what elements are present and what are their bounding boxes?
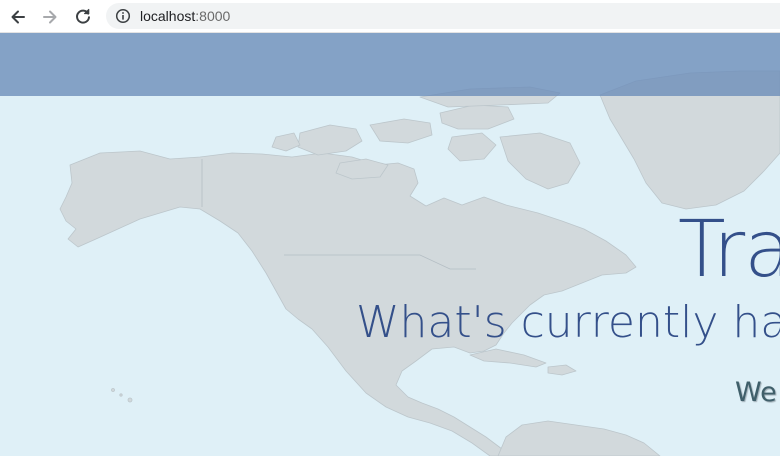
world-map-background [59,70,780,456]
address-bar[interactable]: localhost:8000 [106,3,780,29]
arctic-island-3 [439,104,515,130]
hero-tagline: We [735,377,777,408]
arctic-island-2 [369,118,433,144]
url-host: localhost [140,8,196,24]
info-icon[interactable] [115,8,131,24]
back-button[interactable] [6,5,30,29]
page-content: Tra What's currently ha We [0,33,780,456]
arctic-island-5 [499,132,581,190]
arctic-island-6 [447,132,497,162]
hero-subtitle: What's currently ha [356,297,780,348]
browser-window: localhost:8000 Tra What's currently ha W… [0,0,780,456]
forward-button[interactable] [38,5,62,29]
arctic-island-8 [271,132,301,152]
south-america-shape [497,420,661,456]
hero-title: Tra [678,205,780,295]
url-port: :8000 [195,8,231,24]
reload-icon [76,8,90,24]
arctic-island-1 [297,124,363,156]
arrow-left-icon [11,10,25,24]
browser-toolbar: localhost:8000 [0,0,780,33]
arrow-right-icon [43,10,57,24]
url-text[interactable]: localhost:8000 [140,7,230,25]
hispaniola-shape [547,364,577,376]
top-navbar [0,33,780,96]
reload-button[interactable] [71,5,95,29]
